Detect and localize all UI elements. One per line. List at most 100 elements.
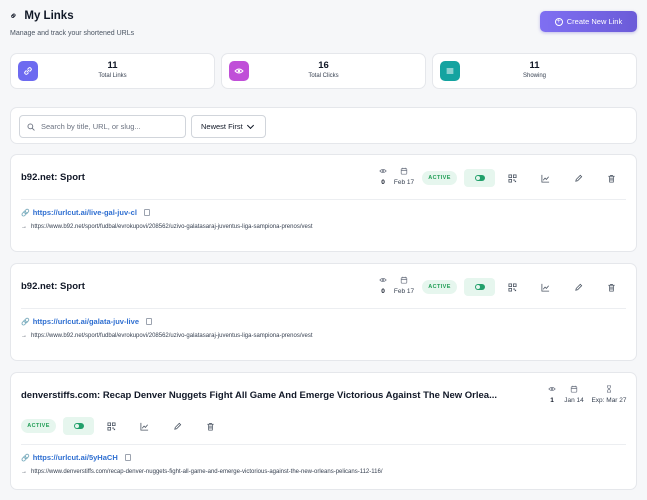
delete-button[interactable] bbox=[602, 169, 620, 187]
chart-line-icon bbox=[540, 283, 549, 292]
pencil-icon bbox=[574, 283, 582, 291]
stat-total-links: 11 Total Links bbox=[10, 53, 215, 89]
destination-row: → https://www.b92.net/sport/fudbal/evrok… bbox=[21, 224, 313, 230]
created-date: Feb 17 bbox=[391, 276, 417, 295]
qr-code-button[interactable] bbox=[503, 169, 521, 187]
click-count-value: 0 bbox=[381, 179, 385, 186]
stat-label: Total Links bbox=[98, 73, 127, 79]
arrow-right-icon: → bbox=[21, 224, 27, 230]
trash-icon bbox=[607, 174, 615, 182]
short-url-row: 🔗 https://urlcut.ai/live-gal-juv-cl bbox=[21, 208, 150, 217]
toggle-active-button[interactable] bbox=[464, 278, 495, 296]
destination-row: → https://www.b92.net/sport/fudbal/evrok… bbox=[21, 333, 313, 339]
copy-icon[interactable] bbox=[146, 318, 152, 325]
card-divider bbox=[21, 444, 626, 445]
card-divider bbox=[21, 308, 626, 309]
calendar-icon bbox=[391, 276, 417, 285]
sort-selected-value: Newest First bbox=[201, 122, 243, 131]
stat-total-clicks: 16 Total Clicks bbox=[221, 53, 426, 89]
stat-value: 11 bbox=[107, 60, 118, 71]
edit-button[interactable] bbox=[569, 169, 587, 187]
create-new-link-label: Create New Link bbox=[566, 17, 623, 26]
edit-button[interactable] bbox=[569, 278, 587, 296]
click-count: 0 bbox=[376, 167, 390, 186]
toggle-icon bbox=[73, 423, 84, 429]
copy-icon[interactable] bbox=[124, 454, 131, 461]
click-count-value: 1 bbox=[550, 397, 554, 404]
calendar-icon bbox=[391, 167, 417, 176]
short-url-link[interactable]: https://urlcut.ai/5yHaCH bbox=[33, 453, 118, 462]
pencil-icon bbox=[574, 174, 582, 182]
click-count-value: 0 bbox=[381, 288, 385, 295]
arrow-right-icon: → bbox=[21, 469, 27, 475]
eye-icon bbox=[545, 385, 559, 394]
stat-showing: 11 Showing bbox=[432, 53, 637, 89]
chart-line-icon bbox=[540, 174, 549, 183]
destination-url: https://www.b92.net/sport/fudbal/evrokup… bbox=[31, 333, 313, 339]
qr-code-icon bbox=[507, 282, 517, 292]
toggle-active-button[interactable] bbox=[63, 417, 94, 435]
status-badge: ACTIVE bbox=[21, 419, 56, 433]
toggle-icon bbox=[474, 284, 485, 290]
eye-icon bbox=[376, 276, 390, 285]
edit-button[interactable] bbox=[168, 417, 186, 435]
search-panel: Newest First bbox=[10, 107, 637, 144]
short-url-row: 🔗 https://urlcut.ai/5yHaCH bbox=[21, 453, 131, 462]
toggle-active-button[interactable] bbox=[464, 169, 495, 187]
search-box[interactable] bbox=[19, 115, 186, 138]
search-input[interactable] bbox=[41, 122, 171, 131]
status-badge: ACTIVE bbox=[422, 171, 457, 185]
pencil-icon bbox=[173, 422, 181, 430]
toggle-icon bbox=[474, 175, 485, 181]
created-date-value: Feb 17 bbox=[393, 288, 415, 295]
click-count: 0 bbox=[376, 276, 390, 295]
expiry-date: Exp: Mar 27 bbox=[589, 385, 629, 404]
created-date-value: Feb 17 bbox=[393, 179, 415, 186]
qr-code-button[interactable] bbox=[503, 278, 521, 296]
trash-icon bbox=[607, 283, 615, 291]
link-icon: ⚭ bbox=[7, 9, 22, 23]
analytics-button[interactable] bbox=[536, 169, 554, 187]
sort-select[interactable]: Newest First bbox=[191, 115, 266, 138]
hourglass-icon bbox=[589, 385, 629, 394]
stat-label: Total Clicks bbox=[308, 73, 339, 79]
plus-circle-icon: + bbox=[554, 17, 563, 26]
link-icon: 🔗 bbox=[21, 209, 30, 217]
delete-button[interactable] bbox=[602, 278, 620, 296]
destination-url: https://www.denverstiffs.com/recap-denve… bbox=[31, 469, 383, 475]
destination-url: https://www.b92.net/sport/fudbal/evrokup… bbox=[31, 224, 313, 230]
link-title: b92.net: Sport bbox=[21, 172, 85, 183]
analytics-button[interactable] bbox=[135, 417, 153, 435]
created-date: Feb 17 bbox=[391, 167, 417, 186]
link-title: b92.net: Sport bbox=[21, 281, 85, 292]
short-url-link[interactable]: https://urlcut.ai/galata-juv-live bbox=[33, 317, 139, 326]
analytics-button[interactable] bbox=[536, 278, 554, 296]
stat-value: 11 bbox=[529, 60, 540, 71]
delete-button[interactable] bbox=[201, 417, 219, 435]
expiry-date-value: Exp: Mar 27 bbox=[591, 397, 627, 404]
link-title: denverstiffs.com: Recap Denver Nuggets F… bbox=[21, 390, 497, 401]
link-card: b92.net: Sport 0 Feb 17 ACTIVE 🔗 https:/… bbox=[10, 154, 637, 252]
link-card: b92.net: Sport 0 Feb 17 ACTIVE 🔗 https:/… bbox=[10, 263, 637, 361]
copy-icon[interactable] bbox=[143, 209, 150, 216]
page-title: My Links bbox=[24, 10, 74, 22]
click-count: 1 bbox=[545, 385, 559, 404]
create-new-link-button[interactable]: + Create New Link bbox=[540, 11, 637, 32]
arrow-right-icon: → bbox=[21, 333, 27, 339]
chevron-down-icon bbox=[246, 121, 254, 129]
eye-icon bbox=[376, 167, 390, 176]
qr-code-icon bbox=[507, 173, 517, 183]
created-date-value: Jan 14 bbox=[564, 397, 584, 404]
short-url-row: 🔗 https://urlcut.ai/galata-juv-live bbox=[21, 317, 152, 326]
qr-code-button[interactable] bbox=[102, 417, 120, 435]
trash-icon bbox=[206, 422, 214, 430]
link-icon: 🔗 bbox=[21, 454, 30, 462]
short-url-link[interactable]: https://urlcut.ai/live-gal-juv-cl bbox=[33, 208, 137, 217]
search-icon bbox=[27, 118, 35, 136]
calendar-icon bbox=[561, 385, 587, 394]
status-badge: ACTIVE bbox=[422, 280, 457, 294]
stats-row: 11 Total Links 16 Total Clicks 11 Showin… bbox=[10, 53, 637, 89]
created-date: Jan 14 bbox=[561, 385, 587, 404]
link-card: denverstiffs.com: Recap Denver Nuggets F… bbox=[10, 372, 637, 490]
chart-line-icon bbox=[139, 422, 148, 431]
